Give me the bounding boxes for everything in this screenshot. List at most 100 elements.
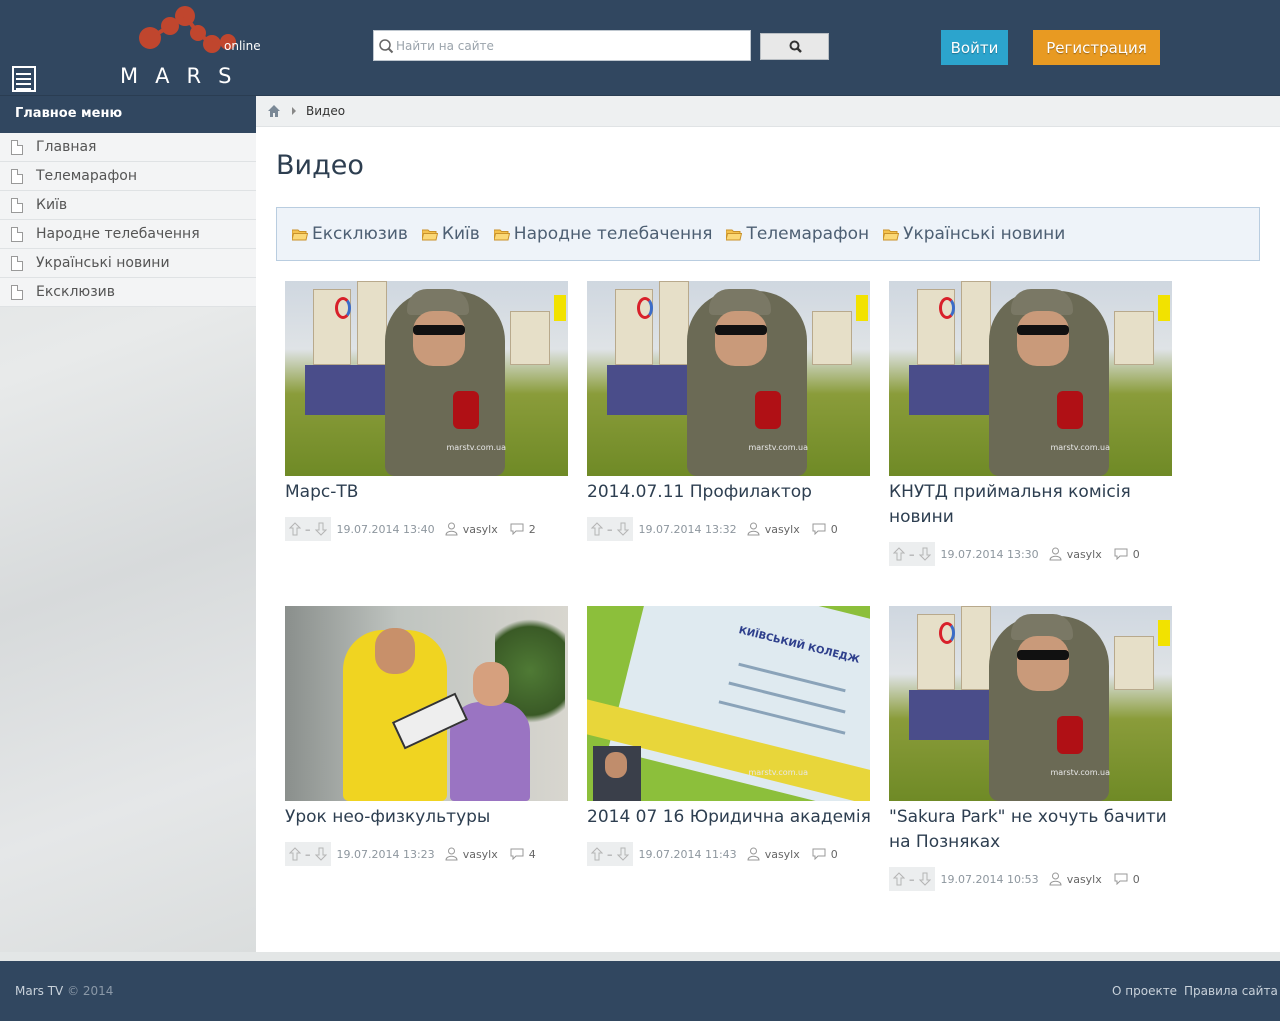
comment-count[interactable]: 0 <box>1133 548 1140 561</box>
comment-count[interactable]: 0 <box>831 523 838 536</box>
video-author[interactable]: vasylx <box>463 523 498 536</box>
video-author[interactable]: vasylx <box>1067 548 1102 561</box>
footer-link-about[interactable]: О проекте <box>1112 984 1177 998</box>
home-icon[interactable] <box>268 105 280 117</box>
site-header: online MARS Войти Регистрация <box>0 0 1280 96</box>
breadcrumb: Видео <box>256 96 1280 127</box>
video-thumbnail[interactable] <box>285 606 568 801</box>
category-ukr-news[interactable]: Українські новини <box>883 224 1065 244</box>
vote-down-icon[interactable] <box>616 522 629 536</box>
comment-icon <box>510 848 524 860</box>
category-kyiv[interactable]: Київ <box>421 224 480 244</box>
comment-count[interactable]: 0 <box>1133 873 1140 886</box>
video-date: 19.07.2014 11:43 <box>638 847 737 861</box>
thumbnail-watermark: marstv.com.ua <box>446 443 506 452</box>
video-thumbnail[interactable]: marstv.com.ua <box>285 281 568 476</box>
folder-icon <box>726 229 743 240</box>
video-thumbnail[interactable]: marstv.com.ua <box>889 606 1172 801</box>
comment-count[interactable]: 0 <box>831 848 838 861</box>
video-date: 19.07.2014 13:30 <box>940 547 1039 561</box>
video-author[interactable]: vasylx <box>765 523 800 536</box>
vote-down-icon[interactable] <box>918 872 931 886</box>
vote-down-icon[interactable] <box>314 847 327 861</box>
video-thumbnail[interactable]: marstv.com.ua <box>889 281 1172 476</box>
vote-up-icon[interactable] <box>289 847 301 861</box>
vote-widget: – <box>587 842 633 866</box>
login-button[interactable]: Войти <box>941 30 1008 65</box>
video-title-link[interactable]: 2014.07.11 Профилактор <box>587 480 887 505</box>
search-icon <box>789 40 802 53</box>
comment-icon <box>812 523 826 535</box>
logo-dots-icon <box>139 6 236 53</box>
site-logo[interactable]: online MARS <box>120 6 261 88</box>
user-icon <box>1049 547 1062 561</box>
video-meta: – 19.07.2014 13:23 vasylx 4 <box>285 842 585 866</box>
category-label: Українські новини <box>903 224 1066 244</box>
video-author[interactable]: vasylx <box>463 848 498 861</box>
vote-down-icon[interactable] <box>314 522 327 536</box>
footer-link-rules[interactable]: Правила сайта <box>1184 984 1278 998</box>
video-title-link[interactable]: КНУТД приймальня комісія новини <box>889 480 1189 530</box>
sidebar-item-telemarathon[interactable]: Телемарафон <box>0 162 256 191</box>
video-date: 19.07.2014 13:40 <box>336 522 435 536</box>
video-author[interactable]: vasylx <box>765 848 800 861</box>
menu-toggle-button[interactable] <box>12 66 36 92</box>
vote-up-icon[interactable] <box>893 872 905 886</box>
comment-icon <box>1114 873 1128 885</box>
sidebar-item-label: Українські новини <box>36 255 170 271</box>
comment-count[interactable]: 4 <box>529 848 536 861</box>
video-card: marstv.com.ua Марс-ТВ – 19.07.2014 13:40… <box>285 281 585 541</box>
video-title-link[interactable]: 2014 07 16 Юридична академія <box>587 805 887 830</box>
sidebar-item-kyiv[interactable]: Київ <box>0 191 256 220</box>
vote-up-icon[interactable] <box>289 522 301 536</box>
sidebar-item-ukr-news[interactable]: Українські новини <box>0 249 256 278</box>
user-icon <box>445 522 458 536</box>
category-label: Київ <box>441 224 480 244</box>
vote-count: – <box>909 547 915 561</box>
video-title-link[interactable]: Урок нео-физкультуры <box>285 805 585 830</box>
video-thumbnail[interactable]: КИЇВСЬКИЙ КОЛЕДЖ marstv.com.ua <box>587 606 870 801</box>
vote-up-icon[interactable] <box>591 847 603 861</box>
sidebar-item-label: Главная <box>36 139 97 155</box>
video-title-link[interactable]: "Sakura Park" не хочуть бачити на Позняк… <box>889 805 1189 855</box>
vote-widget: – <box>889 867 935 891</box>
sidebar-item-people-tv[interactable]: Народне телебачення <box>0 220 256 249</box>
breadcrumb-separator-icon <box>292 107 296 115</box>
vote-count: – <box>909 872 915 886</box>
vote-down-icon[interactable] <box>616 847 629 861</box>
vote-count: – <box>607 522 613 536</box>
register-button[interactable]: Регистрация <box>1033 30 1160 65</box>
document-icon <box>11 226 23 242</box>
breadcrumb-current: Видео <box>306 104 346 118</box>
video-author[interactable]: vasylx <box>1067 873 1102 886</box>
list-icon <box>16 73 31 75</box>
category-bar: Ексклюзив Київ Народне телебачення Телем… <box>276 207 1260 261</box>
vote-up-icon[interactable] <box>591 522 603 536</box>
search-icon <box>379 39 394 54</box>
video-title-link[interactable]: Марс-ТВ <box>285 480 585 505</box>
comment-count[interactable]: 2 <box>529 523 536 536</box>
video-meta: – 19.07.2014 10:53 vasylx 0 <box>889 867 1189 891</box>
comment-icon <box>812 848 826 860</box>
search-input[interactable] <box>396 35 746 57</box>
logo-subtitle: online <box>224 39 261 53</box>
vote-down-icon[interactable] <box>918 547 931 561</box>
category-exclusive[interactable]: Ексклюзив <box>292 224 408 244</box>
video-card: КИЇВСЬКИЙ КОЛЕДЖ marstv.com.ua 2014 07 1… <box>587 606 887 866</box>
main-content: Видео Видео Ексклюзив Київ Народне телеб… <box>256 96 1280 952</box>
video-thumbnail[interactable]: marstv.com.ua <box>587 281 870 476</box>
document-icon <box>11 168 23 184</box>
vote-count: – <box>305 847 311 861</box>
video-meta: – 19.07.2014 13:30 vasylx 0 <box>889 542 1189 566</box>
video-meta: – 19.07.2014 13:32 vasylx 0 <box>587 517 887 541</box>
video-card: Урок нео-физкультуры – 19.07.2014 13:23 … <box>285 606 585 866</box>
comment-icon <box>1114 548 1128 560</box>
document-icon <box>11 284 23 300</box>
sidebar-item-exclusive[interactable]: Ексклюзив <box>0 278 256 307</box>
sidebar-item-home[interactable]: Главная <box>0 133 256 162</box>
vote-up-icon[interactable] <box>893 547 905 561</box>
category-people-tv[interactable]: Народне телебачення <box>493 224 712 244</box>
category-telemarathon[interactable]: Телемарафон <box>726 224 869 244</box>
search-button[interactable] <box>760 33 829 60</box>
footer-copyright: Mars TV © 2014 <box>15 984 113 998</box>
